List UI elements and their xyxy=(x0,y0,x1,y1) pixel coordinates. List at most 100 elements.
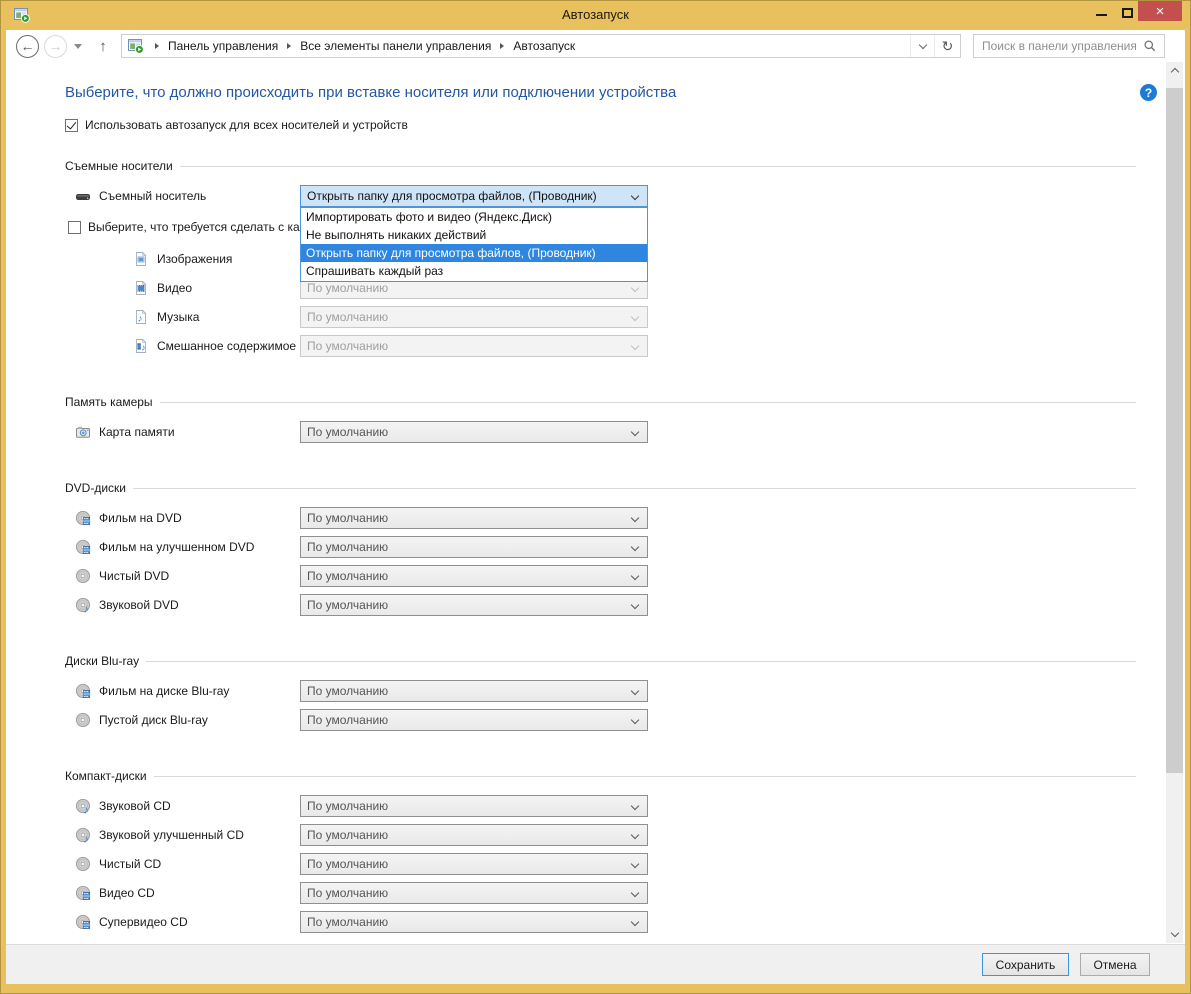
chevron-down-icon xyxy=(631,191,639,199)
media-row-left: Чистый DVD xyxy=(75,568,300,584)
refresh-button[interactable]: ↻ xyxy=(934,35,960,57)
media-row: ♪Звуковой DVD По умолчанию xyxy=(65,590,1136,619)
action-select[interactable]: По умолчанию xyxy=(300,680,648,702)
media-row: Пустой диск Blu-rayПо умолчанию xyxy=(65,705,1136,734)
scrollbar-down-button[interactable] xyxy=(1166,926,1183,943)
breadcrumb-item-all-items[interactable]: Все элементы панели управления xyxy=(297,39,494,53)
chevron-down-icon xyxy=(631,571,639,579)
chevron-down-icon xyxy=(631,542,639,550)
section-title: Съемные носители xyxy=(65,159,173,173)
breadcrumb-item-autoplay[interactable]: Автозапуск xyxy=(510,39,578,53)
action-select[interactable]: По умолчанию xyxy=(300,882,648,904)
chevron-down-icon xyxy=(631,283,639,291)
media-row-left: Видео CD xyxy=(75,885,300,901)
help-button[interactable]: ? xyxy=(1140,84,1157,101)
chevron-down-icon xyxy=(631,888,639,896)
movie-disc-icon xyxy=(75,539,91,555)
media-row-left: Фильм на DVD xyxy=(75,510,300,526)
address-dropdown-button[interactable] xyxy=(910,35,934,57)
section-title: Память камеры xyxy=(65,395,153,409)
media-row-label: Фильм на улучшенном DVD xyxy=(99,540,254,554)
chevron-down-icon xyxy=(631,801,639,809)
address-bar[interactable]: Панель управления Все элементы панели уп… xyxy=(121,34,961,58)
media-row-left: Фильм на улучшенном DVD xyxy=(75,539,300,555)
scrollbar-thumb[interactable] xyxy=(1166,88,1183,773)
section-title: DVD-диски xyxy=(65,481,126,495)
dropdown-option[interactable]: Открыть папку для просмотра файлов, (Про… xyxy=(301,244,647,262)
movie-disc-icon xyxy=(75,914,91,930)
maximize-button[interactable] xyxy=(1122,8,1133,18)
search-input[interactable] xyxy=(974,39,1143,53)
dropdown-option[interactable]: Спрашивать каждый раз xyxy=(301,262,647,280)
back-button[interactable]: ← xyxy=(16,35,39,58)
media-row-left: Чистый CD xyxy=(75,856,300,872)
blank-disc-icon xyxy=(75,568,91,584)
up-button[interactable]: ↑ xyxy=(93,38,113,55)
action-select-value: По умолчанию xyxy=(307,310,388,324)
breadcrumb-item-control-panel[interactable]: Панель управления xyxy=(165,39,281,53)
media-row-label: Карта памяти xyxy=(99,425,175,439)
action-select[interactable]: По умолчанию xyxy=(300,536,648,558)
close-button[interactable]: × xyxy=(1138,1,1182,21)
action-select-value: По умолчанию xyxy=(307,857,388,871)
minimize-button[interactable] xyxy=(1096,14,1107,16)
media-row-label: Изображения xyxy=(157,252,232,266)
action-select[interactable]: По умолчанию xyxy=(300,507,648,529)
media-row-left: Пустой диск Blu-ray xyxy=(75,712,300,728)
removable-drive-icon xyxy=(75,188,91,204)
audio-disc-icon: ♪ xyxy=(75,827,91,843)
refresh-icon: ↻ xyxy=(942,38,954,55)
action-select-value: Открыть папку для просмотра файлов, (Про… xyxy=(307,189,597,203)
media-row: Фильм на DVDПо умолчанию xyxy=(65,503,1136,532)
movie-disc-icon xyxy=(75,510,91,526)
media-row-left: ♪Музыка xyxy=(133,309,300,325)
section-divider xyxy=(133,488,1136,489)
action-select[interactable]: По умолчанию xyxy=(300,565,648,587)
forward-button[interactable]: → xyxy=(44,35,67,58)
dropdown-option[interactable]: Импортировать фото и видео (Яндекс.Диск) xyxy=(301,208,647,226)
action-select-value: По умолчанию xyxy=(307,339,388,353)
chevron-down-icon xyxy=(631,686,639,694)
use-autoplay-checkbox[interactable] xyxy=(65,119,78,132)
action-select[interactable]: По умолчанию xyxy=(300,795,648,817)
action-select[interactable]: По умолчанию xyxy=(300,709,648,731)
media-row-label: Чистый DVD xyxy=(99,569,169,583)
recent-pages-chevron-icon[interactable] xyxy=(74,44,82,49)
action-select[interactable]: По умолчанию xyxy=(300,824,648,846)
media-row: Чистый DVD По умолчанию xyxy=(65,561,1136,590)
save-button[interactable]: Сохранить xyxy=(982,953,1069,976)
action-select-value: По умолчанию xyxy=(307,799,388,813)
autoplay-settings-page: Выберите, что должно происходить при вст… xyxy=(6,62,1166,944)
media-row-left: Изображения xyxy=(133,251,300,267)
action-select-value: По умолчанию xyxy=(307,598,388,612)
scrollbar-up-button[interactable] xyxy=(1166,62,1183,79)
section-divider xyxy=(146,661,1136,662)
music-file-icon: ♪ xyxy=(133,309,149,325)
scrollbar-track[interactable] xyxy=(1166,79,1183,926)
action-select[interactable]: Открыть папку для просмотра файлов, (Про… xyxy=(300,185,648,207)
section-divider xyxy=(180,166,1136,167)
chevron-down-icon xyxy=(631,715,639,723)
media-row-label: Смешанное содержимое xyxy=(157,339,296,353)
media-row-left: ♪Смешанное содержимое xyxy=(133,338,300,354)
media-row: ♪Звуковой улучшенный CDПо умолчанию xyxy=(65,820,1136,849)
use-autoplay-row: Использовать автозапуск для всех носител… xyxy=(65,118,1136,132)
cancel-button[interactable]: Отмена xyxy=(1080,953,1150,976)
autoplay-window: Автозапуск × ← → ↑ Панель управления Все… xyxy=(0,0,1191,994)
settings-section: DVD-дискиФильм на DVDПо умолчаниюФильм н… xyxy=(65,480,1136,619)
picture-file-icon xyxy=(133,251,149,267)
search-icon xyxy=(1143,39,1157,53)
action-select[interactable]: По умолчанию xyxy=(300,853,648,875)
media-row-left: ♪Звуковой DVD xyxy=(75,597,300,613)
audio-disc-icon: ♪ xyxy=(75,798,91,814)
action-select[interactable]: По умолчанию xyxy=(300,911,648,933)
media-row-label: Фильм на диске Blu-ray xyxy=(99,684,229,698)
action-select[interactable]: По умолчанию xyxy=(300,421,648,443)
choose-per-media-checkbox[interactable] xyxy=(68,221,81,234)
dropdown-option[interactable]: Не выполнять никаких действий xyxy=(301,226,647,244)
action-select[interactable]: По умолчанию xyxy=(300,594,648,616)
action-select-value: По умолчанию xyxy=(307,828,388,842)
choose-per-media-label: Выберите, что требуется сделать с ка xyxy=(88,220,300,234)
media-row-left: ♪Звуковой CD xyxy=(75,798,300,814)
settings-section: Память камеры Карта памяти По умолчанию xyxy=(65,394,1136,446)
